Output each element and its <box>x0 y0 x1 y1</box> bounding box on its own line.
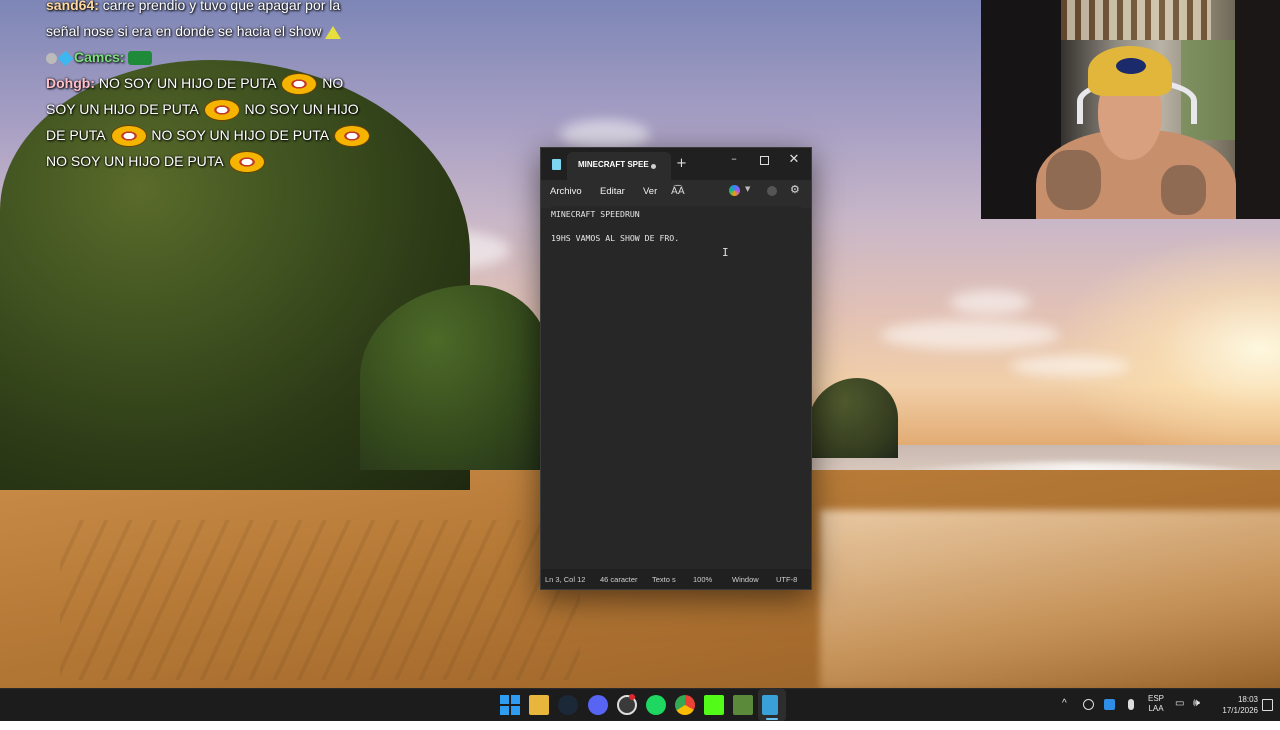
clock[interactable]: 18:03 17/1/2026 <box>1208 694 1258 726</box>
chat-text: NO SOY UN HIJO DE PUTA <box>98 75 277 91</box>
laughing-emote-icon <box>334 126 369 147</box>
language-code: ESP <box>1148 694 1165 703</box>
clock-date: 17/1/2026 <box>1222 706 1258 715</box>
text-line: 19HS VAMOS AL SHOW DE FRO. <box>551 233 680 243</box>
chat-username: Dohgb: <box>46 75 95 91</box>
network-icon[interactable]: ▭ <box>1175 698 1184 730</box>
wallpaper-wet-sand <box>820 510 1280 688</box>
volume-icon[interactable]: 🕪 <box>1193 697 1200 729</box>
badge-icon <box>57 50 74 67</box>
webcam-person <box>1046 150 1101 210</box>
webcam-background <box>1235 0 1280 219</box>
chat-text: NO SOY UN HIJO DE PUTA <box>46 153 224 169</box>
webcam-background <box>1061 0 1211 40</box>
minimize-button[interactable]: – <box>719 152 749 165</box>
account-icon[interactable] <box>767 186 777 196</box>
wallpaper-cloud <box>560 120 650 150</box>
webcam-person <box>1161 165 1206 215</box>
laughing-emote-icon <box>204 100 239 121</box>
laughing-emote-icon <box>229 152 264 173</box>
new-tab-button[interactable]: + <box>676 156 687 171</box>
spotify-icon[interactable] <box>646 695 666 715</box>
status-line-ending[interactable]: Window <box>732 575 759 584</box>
wallpaper-cloud <box>880 320 1060 350</box>
settings-gear-icon[interactable]: ⚙ <box>790 183 800 196</box>
menu-file[interactable]: Archivo <box>550 186 582 197</box>
laughing-emote-icon <box>282 74 317 95</box>
wallpaper-rock <box>808 378 898 458</box>
chat-text: NO SOY UN HIJO DE PUTA <box>151 127 330 143</box>
notepad-window: MINECRAFT SPEE + – ✕ Archivo Editar Ver … <box>540 147 812 590</box>
close-button[interactable]: ✕ <box>779 152 809 167</box>
badge-icon <box>46 52 57 64</box>
steam-icon[interactable] <box>558 695 578 715</box>
kick-icon[interactable] <box>704 695 724 715</box>
discord-icon[interactable] <box>588 695 608 715</box>
chat-message: Camcs: <box>46 44 376 70</box>
status-text-type[interactable]: Texto s <box>652 575 676 584</box>
text-editor-area[interactable]: MINECRAFT SPEEDRUN 19HS VAMOS AL SHOW DE… <box>551 206 801 566</box>
laughing-emote-icon <box>111 126 146 147</box>
format-icon[interactable]: A͡A <box>671 186 685 197</box>
text-line: MINECRAFT SPEEDRUN <box>551 209 640 219</box>
tray-overflow-chevron-icon[interactable]: ^ <box>1062 698 1067 730</box>
microphone-icon[interactable] <box>1128 699 1134 710</box>
layout-code: LAA <box>1148 704 1164 713</box>
status-bar: Ln 3, Col 12 46 caracter Texto s 100% Wi… <box>541 569 811 589</box>
wallpaper-sun <box>1050 230 1280 470</box>
status-char-count: 46 caracter <box>600 575 638 584</box>
wallpaper-cloud <box>950 290 1030 315</box>
status-position: Ln 3, Col 12 <box>545 575 586 584</box>
hat-logo <box>1116 58 1146 74</box>
chat-username: Camcs: <box>74 49 125 65</box>
webcam-feed <box>981 0 1280 219</box>
notification-icon[interactable] <box>1262 699 1273 711</box>
windows-start-icon[interactable] <box>500 695 520 715</box>
wallpaper-cloud <box>1010 355 1130 377</box>
mouse-ibeam-cursor: I <box>722 246 729 259</box>
recording-dot-icon <box>629 694 635 700</box>
maximize-icon <box>759 156 769 165</box>
stream-chat-overlay: sand64: carre prendio y tuvo que apagar … <box>46 0 376 174</box>
menu-edit[interactable]: Editar <box>600 186 625 197</box>
status-encoding[interactable]: UTF-8 <box>776 575 797 584</box>
green-emote-icon <box>128 51 153 66</box>
chat-message: Dohgb: NO SOY UN HIJO DE PUTA NO SOY UN … <box>46 70 376 174</box>
document-tab[interactable]: MINECRAFT SPEE <box>567 152 671 180</box>
chat-username: sand64: <box>46 0 99 13</box>
language-indicator[interactable]: ESP LAA <box>1148 694 1164 726</box>
chat-message: sand64: carre prendio y tuvo que apagar … <box>46 0 376 44</box>
defender-icon[interactable] <box>1104 699 1115 710</box>
chrome-icon[interactable] <box>675 695 695 715</box>
status-zoom[interactable]: 100% <box>693 575 712 584</box>
sync-icon[interactable] <box>1083 699 1094 710</box>
triangle-emote-icon <box>325 25 342 39</box>
file-explorer-icon[interactable] <box>529 695 549 715</box>
title-bar[interactable]: MINECRAFT SPEE + – ✕ <box>541 148 811 180</box>
maximize-button[interactable] <box>749 152 779 168</box>
tab-title: MINECRAFT SPEE <box>578 160 649 169</box>
menu-view[interactable]: Ver <box>643 186 657 197</box>
clock-time: 18:03 <box>1237 695 1258 704</box>
chevron-down-icon[interactable]: ▼ <box>745 185 750 193</box>
taskbar: ^ ESP LAA ▭ 🕪 18:03 17/1/2026 <box>0 688 1280 721</box>
notepad-icon[interactable] <box>762 695 778 715</box>
wallpaper-footprints <box>60 520 580 680</box>
notepad-app-icon <box>552 159 561 170</box>
minecraft-icon[interactable] <box>733 695 753 715</box>
copilot-icon[interactable] <box>729 185 740 196</box>
unsaved-dot-icon[interactable] <box>651 164 656 169</box>
